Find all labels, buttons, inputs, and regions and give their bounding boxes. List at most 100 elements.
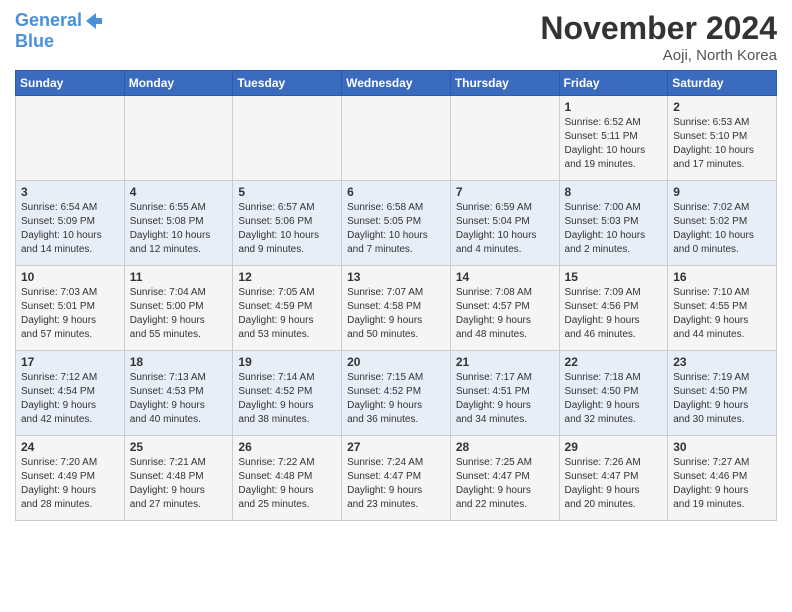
calendar-cell: 23 Sunrise: 7:19 AM Sunset: 4:50 PM Dayli… (668, 351, 777, 436)
day-info: Sunrise: 7:05 AM Sunset: 4:59 PM Dayligh… (238, 286, 336, 342)
calendar-cell: 26 Sunrise: 7:22 AM Sunset: 4:48 PM Dayli… (233, 436, 342, 521)
calendar-cell: 15 Sunrise: 7:09 AM Sunset: 4:56 PM Dayli… (559, 266, 668, 351)
day-info: Sunrise: 7:19 AM Sunset: 4:50 PM Dayligh… (673, 371, 771, 427)
day-info: Sunrise: 7:22 AM Sunset: 4:48 PM Dayligh… (238, 456, 336, 512)
day-info: Sunrise: 7:07 AM Sunset: 4:58 PM Dayligh… (347, 286, 445, 342)
calendar-cell: 28 Sunrise: 7:25 AM Sunset: 4:47 PM Dayli… (450, 436, 559, 521)
logo-text: General (15, 11, 82, 31)
calendar-cell (450, 96, 559, 181)
day-number: 21 (456, 355, 554, 369)
calendar-cell (233, 96, 342, 181)
day-number: 13 (347, 270, 445, 284)
day-info: Sunrise: 7:00 AM Sunset: 5:03 PM Dayligh… (565, 201, 663, 257)
day-number: 28 (456, 440, 554, 454)
calendar-body: 1Sunrise: 6:52 AM Sunset: 5:11 PM Daylig… (16, 96, 777, 521)
day-info: Sunrise: 7:18 AM Sunset: 4:50 PM Dayligh… (565, 371, 663, 427)
day-info: Sunrise: 6:55 AM Sunset: 5:08 PM Dayligh… (130, 201, 228, 257)
calendar-week-row: 17 Sunrise: 7:12 AM Sunset: 4:54 PM Dayli… (16, 351, 777, 436)
calendar-cell: 11 Sunrise: 7:04 AM Sunset: 5:00 PM Dayli… (124, 266, 233, 351)
header: General Blue November 2024 Aoji, North K… (15, 10, 777, 64)
calendar-cell: 14Sunrise: 7:08 AM Sunset: 4:57 PM Dayli… (450, 266, 559, 351)
calendar-week-row: 3 Sunrise: 6:54 AM Sunset: 5:09 PM Daylig… (16, 181, 777, 266)
day-number: 14 (456, 270, 554, 284)
day-info: Sunrise: 7:21 AM Sunset: 4:48 PM Dayligh… (130, 456, 228, 512)
day-number: 4 (130, 185, 228, 199)
calendar-cell: 22Sunrise: 7:18 AM Sunset: 4:50 PM Dayli… (559, 351, 668, 436)
weekday-header-monday: Monday (124, 71, 233, 96)
day-info: Sunrise: 7:20 AM Sunset: 4:49 PM Dayligh… (21, 456, 119, 512)
day-number: 18 (130, 355, 228, 369)
day-info: Sunrise: 7:15 AM Sunset: 4:52 PM Dayligh… (347, 371, 445, 427)
day-number: 5 (238, 185, 336, 199)
calendar-cell: 10 Sunrise: 7:03 AM Sunset: 5:01 PM Dayli… (16, 266, 125, 351)
calendar-cell: 30 Sunrise: 7:27 AM Sunset: 4:46 PM Dayli… (668, 436, 777, 521)
calendar-cell: 1Sunrise: 6:52 AM Sunset: 5:11 PM Daylig… (559, 96, 668, 181)
calendar-week-row: 1Sunrise: 6:52 AM Sunset: 5:11 PM Daylig… (16, 96, 777, 181)
weekday-header-thursday: Thursday (450, 71, 559, 96)
calendar-week-row: 10 Sunrise: 7:03 AM Sunset: 5:01 PM Dayli… (16, 266, 777, 351)
month-title: November 2024 (540, 10, 777, 47)
day-info: Sunrise: 7:02 AM Sunset: 5:02 PM Dayligh… (673, 201, 771, 257)
weekday-header-friday: Friday (559, 71, 668, 96)
day-number: 26 (238, 440, 336, 454)
calendar-cell: 18 Sunrise: 7:13 AM Sunset: 4:53 PM Dayli… (124, 351, 233, 436)
calendar-page: General Blue November 2024 Aoji, North K… (0, 0, 792, 531)
day-info: Sunrise: 7:13 AM Sunset: 4:53 PM Dayligh… (130, 371, 228, 427)
logo-blue-text: Blue (15, 32, 104, 52)
weekday-header-wednesday: Wednesday (342, 71, 451, 96)
day-info: Sunrise: 7:04 AM Sunset: 5:00 PM Dayligh… (130, 286, 228, 342)
weekday-header-row: SundayMondayTuesdayWednesdayThursdayFrid… (16, 71, 777, 96)
calendar-table: SundayMondayTuesdayWednesdayThursdayFrid… (15, 70, 777, 521)
calendar-cell: 16 Sunrise: 7:10 AM Sunset: 4:55 PM Dayli… (668, 266, 777, 351)
day-info: Sunrise: 7:03 AM Sunset: 5:01 PM Dayligh… (21, 286, 119, 342)
day-info: Sunrise: 7:09 AM Sunset: 4:56 PM Dayligh… (565, 286, 663, 342)
day-number: 2 (673, 100, 771, 114)
day-number: 24 (21, 440, 119, 454)
day-number: 3 (21, 185, 119, 199)
calendar-cell: 21 Sunrise: 7:17 AM Sunset: 4:51 PM Dayli… (450, 351, 559, 436)
day-number: 20 (347, 355, 445, 369)
calendar-cell: 3 Sunrise: 6:54 AM Sunset: 5:09 PM Daylig… (16, 181, 125, 266)
day-number: 6 (347, 185, 445, 199)
calendar-cell: 20 Sunrise: 7:15 AM Sunset: 4:52 PM Dayli… (342, 351, 451, 436)
day-number: 16 (673, 270, 771, 284)
day-info: Sunrise: 7:10 AM Sunset: 4:55 PM Dayligh… (673, 286, 771, 342)
day-number: 12 (238, 270, 336, 284)
calendar-header: SundayMondayTuesdayWednesdayThursdayFrid… (16, 71, 777, 96)
day-number: 15 (565, 270, 663, 284)
calendar-week-row: 24 Sunrise: 7:20 AM Sunset: 4:49 PM Dayli… (16, 436, 777, 521)
logo-icon (82, 10, 104, 32)
calendar-cell: 7 Sunrise: 6:59 AM Sunset: 5:04 PM Daylig… (450, 181, 559, 266)
day-info: Sunrise: 6:59 AM Sunset: 5:04 PM Dayligh… (456, 201, 554, 257)
weekday-header-tuesday: Tuesday (233, 71, 342, 96)
day-info: Sunrise: 7:12 AM Sunset: 4:54 PM Dayligh… (21, 371, 119, 427)
day-number: 30 (673, 440, 771, 454)
day-info: Sunrise: 7:24 AM Sunset: 4:47 PM Dayligh… (347, 456, 445, 512)
day-info: Sunrise: 7:25 AM Sunset: 4:47 PM Dayligh… (456, 456, 554, 512)
day-info: Sunrise: 6:53 AM Sunset: 5:10 PM Dayligh… (673, 116, 771, 172)
calendar-cell: 25 Sunrise: 7:21 AM Sunset: 4:48 PM Dayli… (124, 436, 233, 521)
day-number: 10 (21, 270, 119, 284)
day-number: 23 (673, 355, 771, 369)
calendar-cell (342, 96, 451, 181)
calendar-cell: 9 Sunrise: 7:02 AM Sunset: 5:02 PM Daylig… (668, 181, 777, 266)
logo: General Blue (15, 10, 104, 52)
calendar-cell: 13 Sunrise: 7:07 AM Sunset: 4:58 PM Dayli… (342, 266, 451, 351)
calendar-cell: 24 Sunrise: 7:20 AM Sunset: 4:49 PM Dayli… (16, 436, 125, 521)
day-number: 11 (130, 270, 228, 284)
calendar-cell: 2 Sunrise: 6:53 AM Sunset: 5:10 PM Daylig… (668, 96, 777, 181)
calendar-cell: 8Sunrise: 7:00 AM Sunset: 5:03 PM Daylig… (559, 181, 668, 266)
day-number: 9 (673, 185, 771, 199)
day-number: 27 (347, 440, 445, 454)
day-info: Sunrise: 6:54 AM Sunset: 5:09 PM Dayligh… (21, 201, 119, 257)
calendar-cell: 12 Sunrise: 7:05 AM Sunset: 4:59 PM Dayli… (233, 266, 342, 351)
day-number: 7 (456, 185, 554, 199)
day-info: Sunrise: 7:27 AM Sunset: 4:46 PM Dayligh… (673, 456, 771, 512)
day-info: Sunrise: 7:17 AM Sunset: 4:51 PM Dayligh… (456, 371, 554, 427)
calendar-cell: 4 Sunrise: 6:55 AM Sunset: 5:08 PM Daylig… (124, 181, 233, 266)
location: Aoji, North Korea (540, 47, 777, 64)
day-info: Sunrise: 6:52 AM Sunset: 5:11 PM Dayligh… (565, 116, 663, 172)
calendar-cell (16, 96, 125, 181)
day-number: 25 (130, 440, 228, 454)
day-number: 17 (21, 355, 119, 369)
